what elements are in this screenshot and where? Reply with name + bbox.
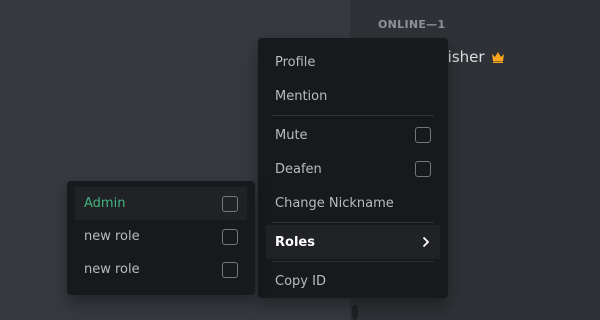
user-context-menu: Profile Mention Mute Deafen Change Nickn… [258,38,448,298]
chevron-right-icon [421,236,431,248]
crown-icon [491,52,504,63]
roles-submenu: Admin new role new role [67,181,255,295]
menu-item-profile[interactable]: Profile [266,45,440,79]
role-checkbox[interactable] [222,195,238,212]
menu-item-label: Roles [275,234,315,250]
menu-item-label: Mention [275,88,328,104]
role-checkbox[interactable] [222,261,238,278]
scrollbar-thumb[interactable] [352,305,358,320]
menu-item-copy-id[interactable]: Copy ID [266,264,440,298]
menu-item-deafen[interactable]: Deafen [266,152,440,186]
menu-item-roles[interactable]: Roles [266,225,440,259]
role-item-new-role[interactable]: new role [75,220,247,253]
role-label: Admin [84,196,126,211]
role-item-admin[interactable]: Admin [75,187,247,220]
menu-item-label: Profile [275,54,316,70]
menu-item-label: Deafen [275,161,322,177]
menu-separator [272,261,434,262]
menu-item-label: Change Nickname [275,195,394,211]
menu-item-label: Mute [275,127,308,143]
menu-item-mute[interactable]: Mute [266,118,440,152]
role-label: new role [84,229,140,244]
role-item-new-role[interactable]: new role [75,253,247,286]
menu-item-mention[interactable]: Mention [266,79,440,113]
menu-separator [272,115,434,116]
menu-separator [272,222,434,223]
deafen-checkbox[interactable] [415,161,431,177]
mute-checkbox[interactable] [415,127,431,143]
role-checkbox[interactable] [222,228,238,245]
role-label: new role [84,262,140,277]
menu-item-label: Copy ID [275,273,326,289]
online-count-header: ONLINE—1 [378,18,446,31]
menu-item-change-nickname[interactable]: Change Nickname [266,186,440,220]
